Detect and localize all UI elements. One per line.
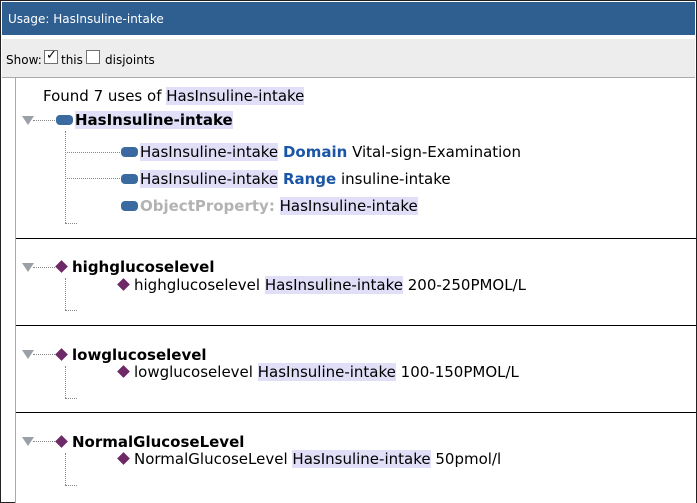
this-checkbox[interactable]: ✓: [44, 48, 58, 64]
tree-connector: [33, 267, 55, 268]
item-subject: NormalGlucoseLevel: [134, 450, 288, 468]
object-property-icon: [121, 173, 138, 184]
tree-connector: [65, 485, 77, 486]
object-property-icon: [121, 146, 138, 157]
summary-prefix: Found 7 uses of: [43, 87, 167, 105]
group-divider: [16, 325, 696, 326]
show-label: Show:: [6, 53, 42, 67]
tree-connector: [33, 354, 55, 355]
tree-connector: [33, 120, 55, 121]
individual-diamond-icon: [55, 435, 68, 448]
group-title: HasInsuline-intake: [75, 111, 233, 129]
tree-connector: [65, 366, 66, 398]
usage-item[interactable]: NormalGlucoseLevel HasInsuline-intake 50…: [115, 448, 501, 470]
item-object: insuline-intake: [340, 170, 451, 188]
group-header-hasinsuline-intake[interactable]: HasInsuline-intake: [56, 109, 233, 131]
summary-term: HasInsuline-intake: [166, 87, 305, 105]
usage-summary: Found 7 uses of HasInsuline-intake: [43, 85, 305, 107]
item-subject: HasInsuline-intake: [140, 143, 279, 161]
disjoints-checkbox[interactable]: [86, 50, 100, 64]
item-keyword: Range: [282, 170, 337, 188]
item-property: HasInsuline-intake: [264, 276, 403, 294]
item-property: HasInsuline-intake: [257, 363, 396, 381]
item-object: HasInsuline-intake: [279, 197, 418, 215]
tree-connector: [33, 441, 55, 442]
item-property: HasInsuline-intake: [292, 450, 431, 468]
object-property-icon: [56, 114, 73, 125]
usage-item[interactable]: ObjectProperty: HasInsuline-intake: [121, 195, 418, 217]
tree-connector: [65, 152, 120, 153]
group-divider: [16, 412, 696, 413]
item-subject: HasInsuline-intake: [140, 170, 279, 188]
this-label: this: [61, 53, 83, 67]
group-divider: [16, 238, 696, 239]
tree-connector: [65, 223, 77, 224]
individual-diamond-icon: [117, 365, 130, 378]
item-keyword: Domain: [282, 143, 348, 161]
object-property-icon: [121, 200, 138, 211]
individual-diamond-icon: [55, 260, 68, 273]
tree-connector: [65, 453, 66, 485]
item-keyword: ObjectProperty:: [140, 197, 275, 215]
usage-item[interactable]: lowglucoselevel HasInsuline-intake 100-1…: [115, 361, 519, 383]
individual-diamond-icon: [55, 348, 68, 361]
usage-panel: Usage: HasInsuline-intake Show: ✓ this d…: [0, 0, 697, 503]
item-subject: lowglucoselevel: [134, 363, 253, 381]
usage-item[interactable]: HasInsuline-intake Range insuline-intake: [121, 168, 451, 190]
item-subject: highglucoselevel: [134, 276, 261, 294]
item-value: 200-250PMOL/L: [407, 276, 527, 294]
usage-item[interactable]: highglucoselevel HasInsuline-intake 200-…: [115, 274, 526, 296]
tree-connector: [65, 398, 77, 399]
checkmark-icon: ✓: [46, 48, 57, 63]
individual-diamond-icon: [117, 452, 130, 465]
item-object: Vital-sign-Examination: [352, 143, 521, 161]
tree-connector: [65, 310, 77, 311]
tree-connector: [65, 178, 120, 179]
panel-title: Usage: HasInsuline-intake: [8, 12, 164, 26]
item-value: 50pmol/l: [435, 450, 502, 468]
show-toolbar: Show: ✓ this disjoints: [2, 39, 695, 78]
panel-title-bar: Usage: HasInsuline-intake: [2, 2, 695, 37]
disjoints-label: disjoints: [105, 53, 155, 67]
tree-connector: [65, 131, 66, 223]
usage-tree[interactable]: Found 7 uses of HasInsuline-intake HasIn…: [15, 78, 696, 503]
item-value: 100-150PMOL/L: [400, 363, 519, 381]
individual-diamond-icon: [117, 278, 130, 291]
tree-connector: [65, 278, 66, 310]
usage-item[interactable]: HasInsuline-intake Domain Vital-sign-Exa…: [121, 141, 521, 163]
